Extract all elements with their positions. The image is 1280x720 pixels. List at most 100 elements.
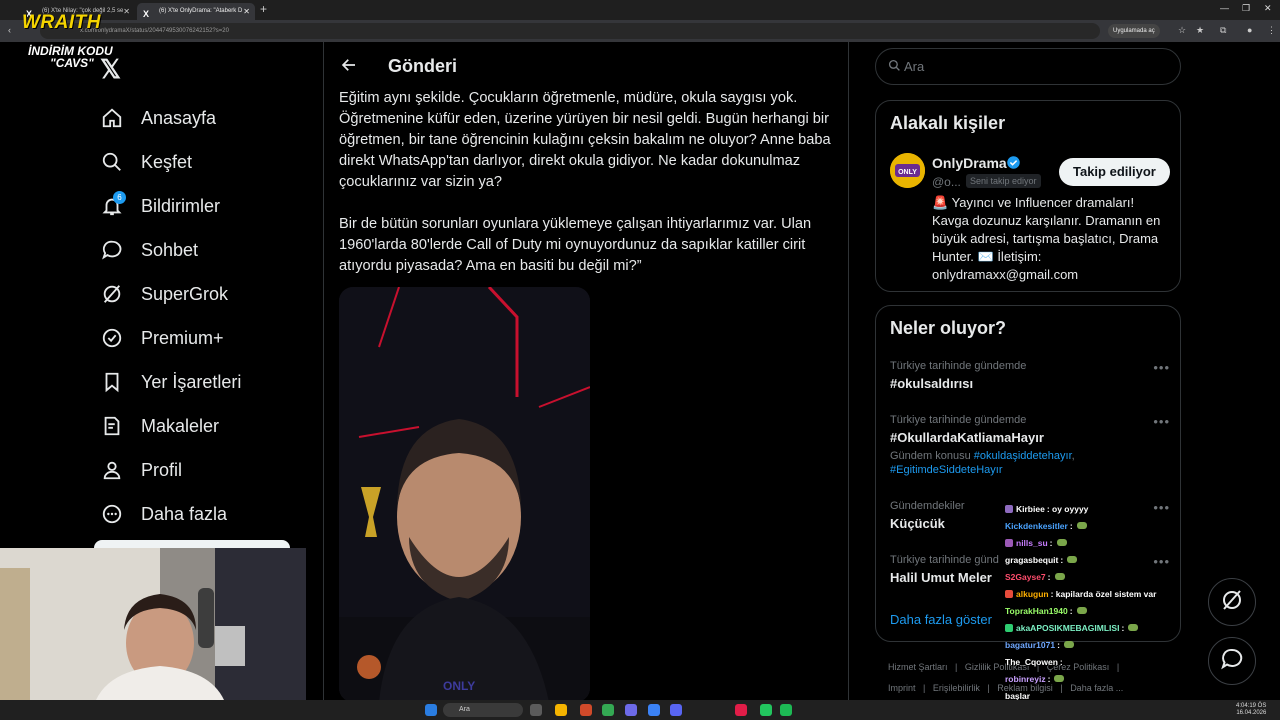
sidebar-item-label: Bildirimler <box>141 195 221 216</box>
new-tab-icon[interactable]: + <box>260 2 267 16</box>
back-nav-icon[interactable]: ‹ <box>8 25 11 35</box>
chat-message: The_Cqowen: <box>1005 653 1205 670</box>
chat-emote-icon <box>1054 573 1065 580</box>
sidebar-item-supergrok[interactable]: SuperGrok <box>100 272 320 316</box>
chrome-icon[interactable] <box>602 704 614 716</box>
chat-username: Kickdenkesitler <box>1005 520 1068 531</box>
webcam-overlay <box>0 548 306 700</box>
app-icon[interactable] <box>530 704 542 716</box>
search-icon <box>888 59 901 77</box>
grok-icon <box>100 282 124 306</box>
bookmark-icon <box>100 370 124 394</box>
chat-emote-icon <box>1067 556 1078 563</box>
panel-title: Alakalı kişiler <box>890 113 1006 133</box>
app-icon[interactable] <box>625 704 637 716</box>
minimize-icon[interactable]: — <box>1220 3 1229 13</box>
browser-tab-2-label: (6) X'te OnlyDrama: "Ataberk D <box>159 8 243 14</box>
chat-message: bagatur1071: <box>1005 636 1205 653</box>
chat-text: : kapilarda özel sistem var <box>1050 588 1157 599</box>
video-shirt-text: ONLY <box>443 679 476 693</box>
chat-text: : <box>1047 673 1051 684</box>
post-paragraph: Eğitim aynı şekilde. Çocukların öğretmen… <box>339 90 831 190</box>
sidebar-item-home[interactable]: Anasayfa <box>100 96 320 140</box>
chat-message: Kickdenkesitler: <box>1005 517 1205 534</box>
chat-text: : <box>1057 639 1060 650</box>
chat-message: akaAPOSIKMEBAGIMLISI: <box>1005 619 1205 636</box>
chat-emote-icon <box>1076 607 1087 614</box>
url-field[interactable]: x.com/onlydramaX/status/2044749530076242… <box>40 23 1100 39</box>
app-icon[interactable] <box>735 704 747 716</box>
video-frame-image <box>339 287 590 702</box>
open-in-app-button[interactable]: Uygulamada aç <box>1108 24 1160 38</box>
spotify-icon[interactable] <box>780 704 792 716</box>
close-tab-icon[interactable]: ✕ <box>243 3 250 20</box>
chat-username: robinreyiz <box>1005 673 1046 684</box>
more-options-icon[interactable]: ••• <box>1153 414 1170 429</box>
hashtag-link[interactable]: #EgitimdeSiddeteHayır <box>890 464 1003 476</box>
sidebar-item-label: Yer İşaretleri <box>141 371 242 392</box>
chat-text: : <box>1060 554 1064 565</box>
chat-emote-icon <box>1056 539 1067 546</box>
footer-link[interactable]: Erişilebilirlik <box>933 683 980 693</box>
show-more-link[interactable]: Daha fazla göster <box>890 612 992 627</box>
grok-floating-button[interactable] <box>1208 578 1256 626</box>
menu-icon[interactable]: ⋮ <box>1267 25 1276 36</box>
hashtag-link[interactable]: #okuldaşiddetehayır <box>974 450 1072 462</box>
chat-username: ToprakHan1940 <box>1005 605 1068 616</box>
close-window-icon[interactable]: ✕ <box>1264 3 1272 14</box>
footer-link[interactable]: Hizmet Şartları <box>888 662 948 672</box>
edge-icon[interactable] <box>648 704 660 716</box>
sidebar-item-chat[interactable]: Sohbet <box>100 228 320 272</box>
x-logo-icon[interactable]: 𝕏 <box>100 54 121 85</box>
stream-chat-overlay: Kirbiee: oy oyyyy Kickdenkesitler: nills_s… <box>1005 500 1205 704</box>
following-button[interactable]: Takip ediliyor <box>1059 158 1170 186</box>
file-explorer-icon[interactable] <box>555 704 567 716</box>
extensions-icon[interactable]: ⧉ <box>1220 25 1226 36</box>
app-icon[interactable] <box>580 704 592 716</box>
sidebar-item-explore[interactable]: Keşfet <box>100 140 320 184</box>
system-clock[interactable]: 4:04:19 ÖS 16.04.2026 <box>1236 703 1266 717</box>
browser-tab-2[interactable]: X (6) X'te OnlyDrama: "Ataberk D ✕ <box>137 3 255 20</box>
trend-item[interactable]: Türkiye tarihinde gündemde #OkullardaKat… <box>890 414 1170 477</box>
close-tab-icon[interactable]: ✕ <box>123 3 130 20</box>
account-name[interactable]: OnlyDrama <box>932 155 1007 171</box>
sidebar-item-bookmarks[interactable]: Yer İşaretleri <box>100 360 320 404</box>
windows-start-icon[interactable] <box>425 704 437 716</box>
chat-badge-icon <box>1005 589 1013 598</box>
more-options-icon[interactable]: ••• <box>1153 360 1170 375</box>
chat-username: gragasbequit <box>1005 554 1059 565</box>
related-people-panel: Alakalı kişiler ONLY OnlyDrama @o... Sen… <box>875 100 1181 292</box>
open-in-app-label: Uygulamada aç <box>1113 28 1155 34</box>
trend-meta: Türkiye tarihinde gündemde <box>890 360 1027 372</box>
chat-username: akaAPOSIKMEBAGIMLISI <box>1016 622 1120 633</box>
more-icon <box>100 502 124 526</box>
star-icon[interactable]: ☆ <box>1178 25 1186 36</box>
chat-text: : oy oyyyy <box>1046 503 1089 514</box>
maximize-icon[interactable]: ❐ <box>1242 3 1250 14</box>
sidebar-item-label: Sohbet <box>141 239 199 260</box>
sidebar-item-more[interactable]: Daha fazla <box>100 492 320 536</box>
sidebar-item-premium[interactable]: Premium+ <box>100 316 320 360</box>
bookmark-star-icon[interactable]: ★ <box>1196 25 1204 36</box>
verified-icon <box>100 326 124 350</box>
chat-emote-icon <box>1054 675 1065 682</box>
app-icon[interactable] <box>760 704 772 716</box>
sidebar-item-notifications[interactable]: 6 Bildirimler <box>100 184 320 228</box>
trend-item[interactable]: Türkiye tarihinde gündemde #okulsaldırıs… <box>890 360 1170 391</box>
profile-avatar-icon[interactable]: ● <box>1247 25 1252 35</box>
messages-floating-button[interactable] <box>1208 637 1256 685</box>
chat-text: : <box>1059 656 1063 667</box>
discord-icon[interactable] <box>670 704 682 716</box>
back-arrow-icon[interactable] <box>340 56 358 79</box>
footer-separator: | <box>955 662 958 672</box>
chat-message: ToprakHan1940: <box>1005 602 1205 619</box>
sidebar-item-profile[interactable]: Profil <box>100 448 320 492</box>
footer-link[interactable]: Imprint <box>888 683 916 693</box>
avatar[interactable]: ONLY <box>890 153 925 188</box>
sidebar-item-articles[interactable]: Makaleler <box>100 404 320 448</box>
taskbar-search[interactable]: Ara <box>443 703 523 717</box>
follows-you-badge: Seni takip ediyor <box>966 174 1041 188</box>
search-input[interactable]: Ara <box>875 48 1181 85</box>
sidebar-nav: Anasayfa Keşfet 6 Bildirimler Sohbet Sup… <box>100 96 320 536</box>
post-video[interactable]: ONLY <box>339 287 590 702</box>
